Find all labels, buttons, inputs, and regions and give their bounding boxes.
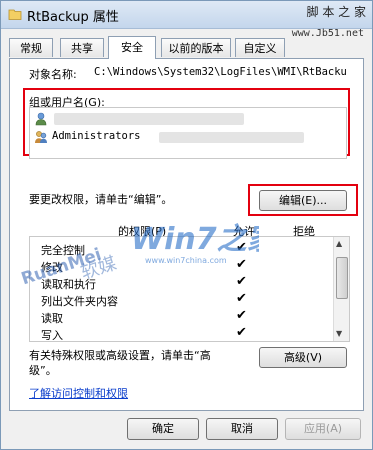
- permission-row: 写入 ✔: [30, 325, 334, 342]
- user-group-icon: [35, 131, 47, 143]
- permissions-list[interactable]: 完全控制 ✔ 修改 ✔ 读取和执行 ✔ 列出文件夹内容 ✔ 读取 ✔ 写入 ✔ …: [29, 236, 350, 342]
- special-permission-text-1: 有关特殊权限或高级设置，请单击“高: [29, 349, 211, 362]
- special-permission-text-2: 级”。: [29, 364, 57, 377]
- redacted-user-name: [54, 113, 244, 125]
- permission-row: 修改 ✔: [30, 257, 334, 274]
- user-item[interactable]: [34, 111, 334, 128]
- tab-security[interactable]: 安全: [108, 36, 156, 59]
- tab-general[interactable]: 常规: [9, 38, 53, 57]
- apply-button[interactable]: 应用(A): [285, 418, 361, 440]
- watermark-site-name: 脚 本 之 家: [306, 5, 366, 19]
- permission-name: 列出文件夹内容: [41, 295, 118, 308]
- permission-name: 完全控制: [41, 244, 85, 257]
- change-permission-hint: 要更改权限，请单击“编辑”。: [29, 193, 173, 206]
- permission-row: 完全控制 ✔: [30, 240, 334, 257]
- cancel-button[interactable]: 取消: [206, 418, 278, 440]
- permission-row: 读取和执行 ✔: [30, 274, 334, 291]
- users-list[interactable]: Administrators: [29, 107, 347, 159]
- scroll-thumb[interactable]: [336, 257, 348, 299]
- edit-button[interactable]: 编辑(E)...: [259, 190, 347, 211]
- tab-previous-versions[interactable]: 以前的版本: [161, 38, 231, 57]
- allow-check-icon: ✔: [236, 274, 247, 289]
- permission-row: 读取 ✔: [30, 308, 334, 325]
- tab-sharing[interactable]: 共享: [60, 38, 104, 57]
- title-bar[interactable]: RtBackup 属性 脚 本 之 家: [1, 1, 372, 29]
- allow-check-icon: ✔: [236, 325, 247, 340]
- properties-dialog: RtBackup 属性 脚 本 之 家 www.Jb51.net 常规 共享 安…: [0, 0, 373, 450]
- user-name: Administrators: [52, 130, 141, 142]
- user-icon: [35, 112, 47, 126]
- tab-customize[interactable]: 自定义: [235, 38, 285, 57]
- access-control-help-link[interactable]: 了解访问控制和权限: [29, 385, 128, 401]
- object-name-label: 对象名称:: [29, 68, 77, 81]
- user-item[interactable]: Administrators: [34, 129, 334, 146]
- advanced-button[interactable]: 高级(V): [259, 347, 347, 368]
- window-title: RtBackup 属性: [27, 10, 119, 25]
- allow-check-icon: ✔: [236, 257, 247, 272]
- scroll-down-icon[interactable]: ▼: [336, 329, 342, 338]
- permission-name: 写入: [41, 329, 63, 342]
- permission-name: 读取和执行: [41, 278, 96, 291]
- ok-button[interactable]: 确定: [127, 418, 199, 440]
- redacted-user-detail: [159, 132, 304, 143]
- object-path: C:\Windows\System32\LogFiles\WMI\RtBacku: [94, 66, 347, 78]
- scroll-up-icon[interactable]: ▲: [336, 239, 342, 248]
- tab-bar: 常规 共享 安全 以前的版本 自定义: [9, 36, 369, 59]
- permission-row: 列出文件夹内容 ✔: [30, 291, 334, 308]
- folder-icon: [8, 9, 22, 20]
- allow-check-icon: ✔: [236, 308, 247, 323]
- permissions-scrollbar[interactable]: ▲ ▼: [333, 237, 349, 341]
- allow-check-icon: ✔: [236, 240, 247, 255]
- permission-name: 修改: [41, 261, 63, 274]
- allow-check-icon: ✔: [236, 291, 247, 306]
- permission-name: 读取: [41, 312, 63, 325]
